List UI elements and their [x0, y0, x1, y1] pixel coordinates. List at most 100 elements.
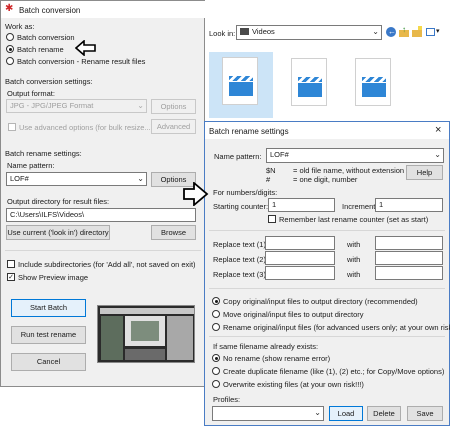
up-folder-icon[interactable]: ↑: [399, 26, 409, 37]
conversion-settings-label: Batch conversion settings:: [5, 77, 93, 86]
preview-image: [97, 305, 195, 363]
radio-label: Copy original/input files to output dire…: [223, 297, 418, 306]
radio-move-files[interactable]: [212, 310, 220, 318]
advanced-options-checkbox[interactable]: [8, 123, 16, 131]
profiles-combo[interactable]: ⌄: [212, 406, 324, 421]
radio-rename-files[interactable]: [212, 323, 220, 331]
video-file-icon: [229, 82, 253, 96]
save-button[interactable]: Save: [407, 406, 443, 421]
with-text-input[interactable]: [375, 251, 443, 265]
show-preview-checkbox[interactable]: ✓: [7, 273, 15, 281]
browse-button[interactable]: Browse: [151, 225, 196, 240]
output-format-combo[interactable]: JPG - JPG/JPEG Format ⌄: [6, 99, 147, 113]
with-text-input[interactable]: [375, 236, 443, 250]
output-directory-input[interactable]: C:\Users\ILFS\Videos\: [6, 208, 196, 222]
start-batch-button[interactable]: Start Batch: [11, 299, 86, 317]
with-label: with: [347, 270, 361, 279]
radio-label: Overwrite existing files (at your own ri…: [223, 380, 364, 389]
look-in-label: Look in:: [209, 29, 236, 38]
with-label: with: [347, 240, 361, 249]
increment-input[interactable]: 1: [375, 198, 443, 212]
dialog-name-pattern-label: Name pattern:: [214, 152, 262, 161]
pointer-arrow-icon: [75, 40, 96, 56]
include-subdirectories-checkbox[interactable]: [7, 260, 15, 268]
batch-rename-settings-dialog: Batch rename settings × Name pattern: LO…: [204, 121, 450, 426]
divider: [209, 230, 445, 231]
advanced-button[interactable]: Advanced: [151, 119, 196, 134]
help-button[interactable]: Help: [406, 165, 443, 180]
legend-key: #: [266, 175, 271, 184]
window-title: Batch conversion: [19, 6, 81, 15]
radio-label: Batch rename: [17, 45, 64, 54]
name-pattern-combo[interactable]: LOF# ⌄: [6, 172, 147, 186]
radio-no-rename[interactable]: [212, 354, 220, 362]
name-pattern-label: Name pattern:: [7, 161, 55, 170]
view-menu-icon[interactable]: ▾: [426, 27, 442, 37]
file-thumbnail[interactable]: [291, 58, 327, 106]
file-thumbnail[interactable]: [355, 58, 391, 106]
profiles-label: Profiles:: [213, 395, 241, 404]
dialog-name-pattern-value: LOF#: [270, 150, 289, 159]
close-icon[interactable]: ×: [435, 124, 441, 136]
radio-label: Create duplicate filename (like (1), (2)…: [223, 367, 445, 376]
new-folder-icon[interactable]: [412, 26, 422, 37]
digits-label: For numbers/digits:: [213, 188, 278, 197]
starting-counter-label: Starting counter:: [213, 202, 269, 211]
video-folder-icon: [240, 28, 249, 35]
use-current-directory-button[interactable]: Use current ('look in') directory: [6, 225, 110, 240]
replace-text-input[interactable]: [265, 266, 335, 280]
look-in-combo[interactable]: Videos ⌄: [236, 25, 382, 40]
with-label: with: [347, 255, 361, 264]
include-subdirectories-label: Include subdirectories (for 'Add all', n…: [18, 260, 196, 269]
cancel-button[interactable]: Cancel: [11, 353, 86, 371]
delete-button[interactable]: Delete: [367, 406, 401, 421]
with-text-input[interactable]: [375, 266, 443, 280]
video-file-icon: [298, 83, 322, 97]
look-in-value: Videos: [252, 27, 275, 36]
dialog-title-bar[interactable]: Batch rename settings ×: [205, 122, 449, 139]
remember-counter-checkbox[interactable]: [268, 215, 276, 223]
back-icon[interactable]: ←: [386, 27, 396, 37]
format-options-button[interactable]: Options: [151, 99, 196, 114]
dialog-name-pattern-combo[interactable]: LOF# ⌄: [266, 148, 444, 163]
radio-overwrite[interactable]: [212, 380, 220, 388]
replace-text-label: Replace text (1):: [213, 240, 269, 249]
chevron-down-icon: ⌄: [372, 27, 379, 36]
replace-text-input[interactable]: [265, 251, 335, 265]
legend-desc: = one digit, number: [293, 175, 358, 184]
remember-counter-label: Remember last rename counter (set as sta…: [279, 215, 429, 224]
load-button[interactable]: Load: [329, 406, 363, 421]
radio-batch-conversion[interactable]: [6, 33, 14, 41]
file-thumbnail-selected[interactable]: [209, 52, 273, 118]
radio-label: Batch conversion: [17, 33, 75, 42]
name-pattern-value: LOF#: [10, 174, 29, 183]
chevron-down-icon: ⌄: [137, 174, 144, 183]
divider: [5, 250, 201, 251]
replace-text-label: Replace text (3):: [213, 270, 269, 279]
advanced-options-label: Use advanced options (for bulk resize...…: [19, 123, 154, 132]
legend-desc: = old file name, without extension: [293, 166, 405, 175]
legend-key: $N: [266, 166, 276, 175]
run-test-rename-button[interactable]: Run test rename: [11, 326, 86, 344]
rename-settings-label: Batch rename settings:: [5, 149, 82, 158]
starting-counter-input[interactable]: 1: [268, 198, 335, 212]
video-file-icon: [362, 83, 386, 97]
radio-label: No rename (show rename error): [223, 354, 331, 363]
output-format-value: JPG - JPG/JPEG Format: [10, 101, 94, 110]
radio-conversion-rename[interactable]: [6, 57, 14, 65]
pointer-arrow-icon: [183, 182, 209, 206]
divider: [209, 288, 445, 289]
radio-create-duplicate[interactable]: [212, 367, 220, 375]
radio-copy-files[interactable]: [212, 297, 220, 305]
replace-text-input[interactable]: [265, 236, 335, 250]
radio-batch-rename[interactable]: [6, 45, 14, 53]
title-bar[interactable]: ✱ Batch conversion: [1, 1, 206, 18]
increment-label: Increment:: [342, 202, 378, 211]
chevron-down-icon: ⌄: [314, 408, 321, 417]
work-as-label: Work as:: [5, 22, 35, 31]
output-directory-label: Output directory for result files:: [7, 197, 110, 206]
show-preview-label: Show Preview image: [18, 273, 89, 282]
output-format-label: Output format:: [7, 89, 55, 98]
dialog-title: Batch rename settings: [209, 127, 289, 136]
app-icon: ✱: [5, 3, 14, 14]
